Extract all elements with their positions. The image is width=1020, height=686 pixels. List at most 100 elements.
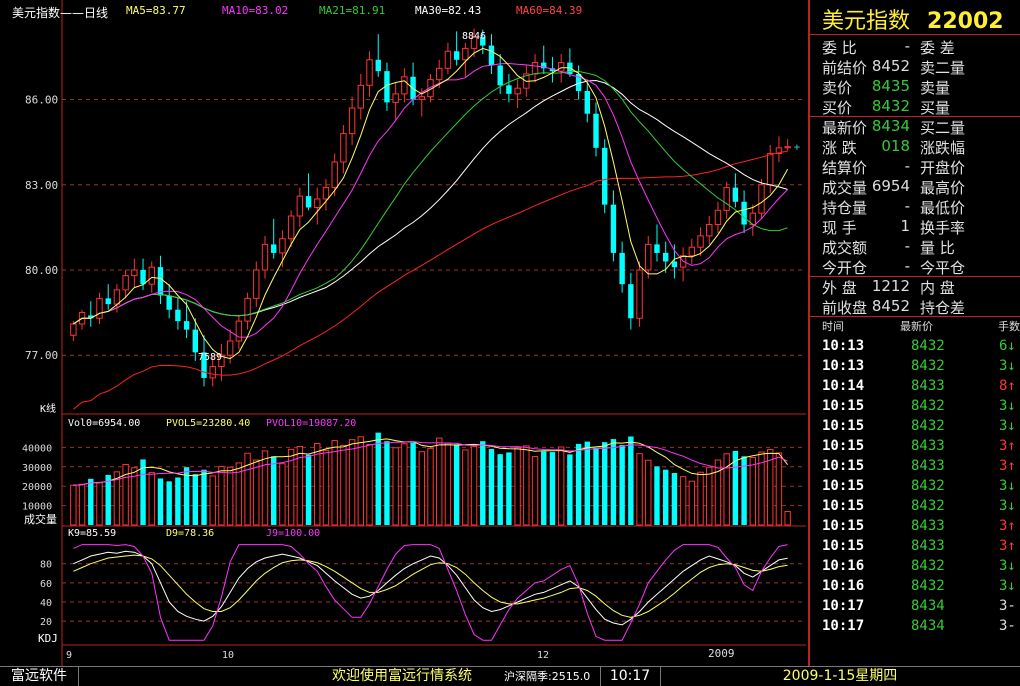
tick-volume: 3↑ [999,538,1016,554]
chart-title: 美元指数——日线 [12,6,109,20]
volume-bar [584,441,590,525]
candle-body [244,297,251,322]
tick-time: 10:15 [822,518,865,534]
kline-label: K线 [40,404,57,415]
chart-area[interactable]: 77.00 80.00 83.00 86.00 40000 30000 20000 10000… [0,0,806,666]
candle-body [654,244,660,253]
volume-bar [541,451,547,525]
candle-body [226,340,234,356]
y-tick-label: 77.00 [25,349,58,362]
candle-body [166,295,172,310]
volume-bar [636,453,643,526]
candle-body [279,238,286,254]
quote-value: 8452 [871,297,910,315]
candle-body [140,269,146,285]
tick-price: 8434 [911,618,945,634]
tick-row: 10:15 8432 3↓ [810,398,1020,418]
quote-label: 换手率 [920,219,966,237]
volume-bar [444,442,452,526]
volume-bar [166,481,172,525]
quote-value: 1212 [871,277,910,295]
index-ticker: 沪深隔季:2515.0 [504,667,601,686]
quote-row: 涨 跌 018 涨跌幅 [810,137,1020,157]
quote-value: 8434 [871,117,910,135]
candle-body [671,261,678,268]
candle-body [348,107,356,135]
quote-label: 最高价 [920,179,966,197]
candle-body [357,84,365,109]
candle-body [706,224,713,237]
ma10-label: MA10=83.02 [222,4,289,17]
candle-body [619,252,625,285]
quote-value: - [904,197,910,215]
quote-value: 8435 [871,77,910,95]
quote-value: 6954 [871,177,910,195]
tick-price: 8432 [911,338,945,354]
quote-label: 现 手 [822,219,857,237]
candle-body [235,320,243,342]
volume-bar [148,472,155,526]
kline-chart[interactable]: 77.0080.0083.0086.0040000300002000010000… [0,0,806,666]
tick-row: 10:14 8433 8↑ [810,378,1020,398]
volume-bar [453,444,460,525]
brand-label: 富远软件 [0,667,79,686]
date-label: 2009-1-15星期四 [782,668,898,684]
volume-bar [531,456,539,526]
candle-body [610,204,617,253]
candle-body [497,65,503,86]
volume-bar [497,454,503,525]
candle-body [192,329,199,353]
volume-bar [175,477,181,525]
quote-row: 最新价 8434 买二量 [810,117,1020,137]
tick-time: 10:15 [822,478,865,494]
volume-bar [348,439,356,526]
volume-bar [506,452,512,525]
x-axis-label: 12 [537,650,550,661]
ma60-line [73,150,788,410]
volume-bar [671,473,678,525]
candle-body [261,243,269,271]
quote-label: 今开仓 [822,259,868,277]
tick-col-price: 最新价 [900,320,933,333]
tick-row: 10:15 8433 3↑ [810,518,1020,538]
tick-time: 10:14 [822,378,865,394]
candle-body [514,87,521,95]
pvol5-label: PVOL5=23280.40 [166,418,251,429]
quote-row: 今开仓 - 今平仓 [810,257,1020,277]
quote-label: 卖量 [920,79,951,97]
volume-bar [567,454,573,525]
tick-volume: 8↑ [999,378,1016,394]
ma60-label: MA60=84.39 [516,4,583,17]
volume-tick-label: 40000 [22,443,52,454]
tick-volume: 3↑ [999,458,1016,474]
tick-time: 10:15 [822,458,865,474]
y-tick-label: 80.00 [25,264,58,277]
volume-bar [340,444,347,526]
volume-bar [357,436,365,526]
candle-body [296,195,304,217]
quote-row: 委 比 -委 差 [810,37,1020,57]
volume-bar [271,456,277,525]
volume-bar [226,466,234,526]
kdj-label: KDJ [38,632,58,645]
tick-price: 8432 [911,418,945,434]
tick-volume: 3↓ [999,398,1016,414]
volume-bar [645,459,652,526]
clock: 10:17 [600,667,661,686]
quote-title: 美元指数 22002 [822,3,1004,35]
candle-body [392,93,399,103]
tick-time: 10:15 [822,398,865,414]
candle-body [662,252,669,262]
volume-bar [366,443,373,526]
quote-value: 8452 [871,57,910,75]
quote-row: 持仓量 - 最低价 [810,197,1020,217]
volume-bar [384,441,390,525]
tick-price: 8434 [911,598,945,614]
tick-row: 10:16 8432 3↓ [810,578,1020,598]
volume-bar [470,446,478,526]
tick-row: 10:13 8432 3↓ [810,358,1020,378]
candle-body [148,266,155,285]
tick-price: 8432 [911,578,945,594]
tick-row: 10:17 8434 3- [810,598,1020,618]
quote-label: 委 比 [822,39,857,57]
